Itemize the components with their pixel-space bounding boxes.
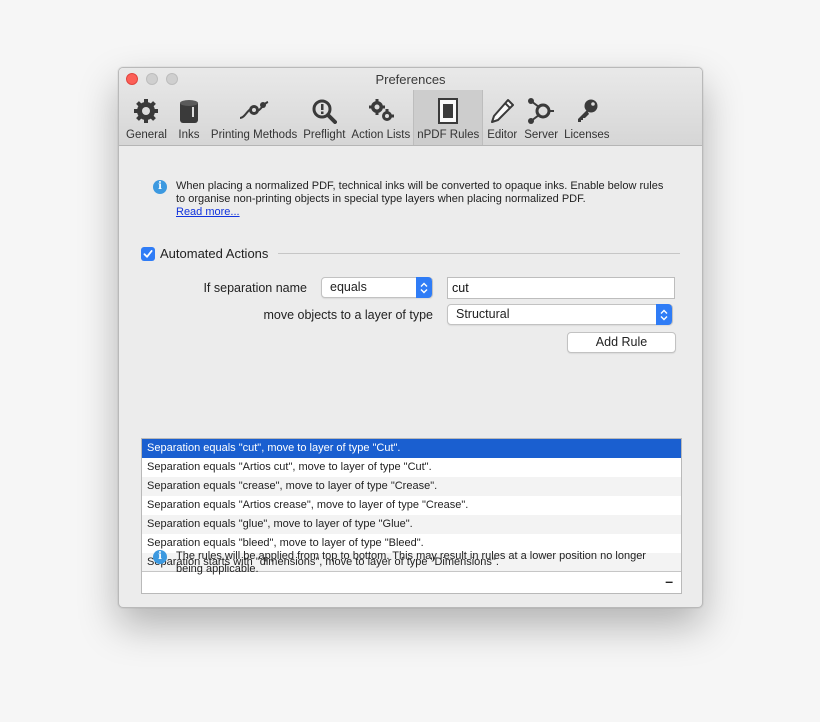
- checkmark-icon: [143, 249, 153, 258]
- tab-action-lists-label: Action Lists: [351, 129, 411, 141]
- tab-printing-methods-label: Printing Methods: [210, 129, 298, 141]
- add-rule-button[interactable]: Add Rule: [567, 332, 676, 353]
- pencil-icon: [486, 96, 518, 126]
- read-more-link[interactable]: Read more...: [176, 206, 673, 219]
- footer-info: i The rules will be applied from top to …: [153, 550, 673, 576]
- printing-methods-icon: [238, 96, 270, 126]
- intro-text: When placing a normalized PDF, technical…: [176, 180, 664, 205]
- layer-type-popup[interactable]: Structural: [447, 304, 673, 325]
- gears-icon: [365, 96, 397, 126]
- preferences-window: Preferences General Inks Printing Method…: [118, 67, 703, 608]
- tab-licenses-label: Licenses: [564, 129, 610, 141]
- automated-actions-checkbox[interactable]: [141, 246, 155, 261]
- preferences-toolbar: General Inks Printing Methods Preflight …: [123, 90, 612, 146]
- tab-preflight-label: Preflight: [303, 129, 346, 141]
- separation-name-label: If separation name: [203, 281, 307, 295]
- layer-type-value: Structural: [456, 307, 510, 321]
- tab-npdf-rules[interactable]: nPDF Rules: [413, 90, 484, 145]
- list-item[interactable]: Separation equals "Artios cut", move to …: [142, 458, 681, 477]
- condition-value: equals: [330, 280, 367, 294]
- tab-printing-methods[interactable]: Printing Methods: [208, 90, 300, 145]
- condition-popup[interactable]: equals: [321, 277, 433, 298]
- separation-name-field[interactable]: cut: [447, 277, 675, 299]
- list-item[interactable]: Separation equals "Artios crease", move …: [142, 496, 681, 515]
- list-item[interactable]: Separation equals "cut", move to layer o…: [142, 439, 681, 458]
- tab-editor[interactable]: Editor: [483, 90, 521, 145]
- tab-inks-label: Inks: [178, 129, 200, 141]
- automated-actions-label: Automated Actions: [160, 246, 269, 261]
- tab-preflight[interactable]: Preflight: [300, 90, 348, 145]
- info-icon: i: [153, 550, 167, 564]
- intro-text-block: When placing a normalized PDF, technical…: [176, 180, 673, 219]
- list-item[interactable]: Separation equals "crease", move to laye…: [142, 477, 681, 496]
- tab-server[interactable]: Server: [521, 90, 561, 145]
- titlebar: Preferences General Inks Printing Method…: [119, 68, 702, 146]
- key-icon: [571, 96, 603, 126]
- window-title: Preferences: [375, 72, 446, 87]
- intro-info: i When placing a normalized PDF, technic…: [153, 180, 673, 219]
- tab-server-label: Server: [524, 129, 559, 141]
- list-item[interactable]: Separation equals "glue", move to layer …: [142, 515, 681, 534]
- tab-npdf-rules-label: nPDF Rules: [417, 129, 480, 141]
- tab-licenses[interactable]: Licenses: [561, 90, 612, 145]
- separator-line: [278, 253, 680, 254]
- ink-can-icon: [173, 96, 205, 126]
- info-icon: i: [153, 180, 167, 194]
- gear-icon: [130, 96, 162, 126]
- automated-actions-row: Automated Actions: [141, 246, 680, 261]
- tab-editor-label: Editor: [487, 129, 518, 141]
- tab-action-lists[interactable]: Action Lists: [348, 90, 413, 145]
- npdf-document-icon: [432, 96, 464, 126]
- move-objects-label: move objects to a layer of type: [263, 308, 433, 322]
- tab-general[interactable]: General: [123, 90, 170, 145]
- magnifier-icon: [308, 96, 340, 126]
- server-icon: [525, 96, 557, 126]
- npdf-rules-pane: i When placing a normalized PDF, technic…: [119, 146, 702, 607]
- popup-arrows-icon: [416, 277, 432, 298]
- tab-general-label: General: [126, 129, 167, 141]
- footer-note: The rules will be applied from top to bo…: [176, 550, 646, 575]
- tab-inks[interactable]: Inks: [170, 90, 208, 145]
- popup-arrows-icon: [656, 304, 672, 325]
